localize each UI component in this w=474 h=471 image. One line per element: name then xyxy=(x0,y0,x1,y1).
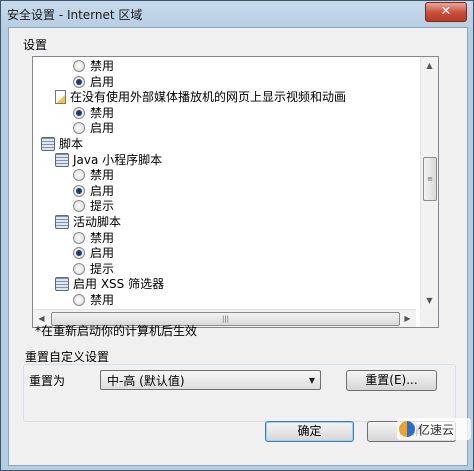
watermark-text: 亿速云 xyxy=(418,422,455,437)
tree-item-label: 启用 xyxy=(90,246,115,261)
radio-option[interactable]: 禁用 xyxy=(73,58,114,74)
yisu-logo-icon xyxy=(399,421,415,437)
radio-checked-icon[interactable] xyxy=(73,247,85,260)
reset-level-dropdown[interactable]: 中-高 (默认值) ▼ xyxy=(100,370,321,390)
tree-item-label: 禁用 xyxy=(90,59,115,73)
document-icon xyxy=(55,90,66,105)
radio-option[interactable]: 禁用 xyxy=(73,105,114,121)
restart-note: *在重新启动你的计算机后生效 xyxy=(35,324,198,338)
radio-option[interactable]: 禁用 xyxy=(73,230,114,246)
radio-unchecked-icon[interactable] xyxy=(73,200,85,213)
radio-unchecked-icon[interactable] xyxy=(73,262,85,275)
radio-checked-icon[interactable] xyxy=(73,184,85,197)
radio-option[interactable]: 提示 xyxy=(73,261,114,277)
tree-item-label: 在没有使用外部媒体播放机的网页上显示视频和动画 xyxy=(70,90,347,105)
settings-node-icon xyxy=(55,277,69,292)
scrollbar-corner xyxy=(420,309,438,327)
reset-to-label: 重置为 xyxy=(29,374,66,388)
watermark: 亿速云 xyxy=(397,418,471,440)
settings-node-icon xyxy=(55,152,69,167)
scroll-up-icon[interactable]: ▲ xyxy=(421,57,438,74)
tree-item-label: 启用 XSS 筛选器 xyxy=(73,277,165,292)
radio-option[interactable]: 启用 xyxy=(73,245,114,261)
security-settings-dialog: 安全设置 - Internet 区域 ✕ 设置 禁用 启用 在没有使用外部媒体播放机… xyxy=(0,0,474,471)
tree-item-label: 启用 xyxy=(90,183,115,198)
radio-unchecked-icon[interactable] xyxy=(73,122,85,135)
radio-checked-icon[interactable] xyxy=(73,106,85,119)
radio-option[interactable]: 禁用 xyxy=(73,292,114,308)
radio-option[interactable]: 启用 xyxy=(73,120,114,136)
settings-label: 设置 xyxy=(23,38,48,52)
tree-item-label: 提示 xyxy=(90,261,115,276)
settings-tree-list[interactable]: 禁用 启用 在没有使用外部媒体播放机的网页上显示视频和动画 禁用 启用 脚本 Java 小程… xyxy=(32,56,439,328)
radio-unchecked-icon[interactable] xyxy=(73,231,85,244)
tree-item-label: 禁用 xyxy=(90,293,115,307)
tree-item-label: 脚本 xyxy=(59,137,84,151)
tree-node[interactable]: 脚本 xyxy=(41,136,83,152)
chevron-down-icon: ▼ xyxy=(308,376,315,385)
tree-node[interactable]: 在没有使用外部媒体播放机的网页上显示视频和动画 xyxy=(55,89,346,105)
window-title: 安全设置 - Internet 区域 xyxy=(7,8,143,22)
settings-node-icon xyxy=(41,137,55,151)
radio-unchecked-icon[interactable] xyxy=(73,294,85,306)
vertical-scrollbar[interactable]: ▲ ≡ ▼ xyxy=(420,57,438,309)
radio-unchecked-icon[interactable] xyxy=(73,60,85,72)
radio-checked-icon[interactable] xyxy=(73,75,85,88)
tree-item-label: 启用 xyxy=(90,121,115,136)
radio-option[interactable]: 提示 xyxy=(73,198,114,214)
tree-item-label: 活动脚本 xyxy=(73,215,122,229)
reset-group-title: 重置自定义设置 xyxy=(25,350,110,364)
ok-button[interactable]: 确定 xyxy=(265,421,354,442)
tree-item-label: 禁用 xyxy=(90,168,115,183)
tree-item-label: Java 小程序脚本 xyxy=(73,152,163,167)
radio-option[interactable]: 启用 xyxy=(73,74,114,90)
scroll-right-icon[interactable]: ▶ xyxy=(399,310,416,327)
reset-level-value: 中-高 (默认值) xyxy=(107,374,185,388)
radio-option[interactable]: 启用 xyxy=(73,183,114,199)
reset-button[interactable]: 重置(E)... xyxy=(346,370,437,391)
settings-tree-content: 禁用 启用 在没有使用外部媒体播放机的网页上显示视频和动画 禁用 启用 脚本 Java 小程… xyxy=(33,57,416,309)
vertical-scroll-thumb[interactable]: ≡ xyxy=(423,157,437,201)
tree-item-label: 禁用 xyxy=(90,105,115,120)
close-button[interactable]: ✕ xyxy=(425,2,467,22)
scroll-down-icon[interactable]: ▼ xyxy=(421,292,438,309)
settings-node-icon xyxy=(55,215,69,229)
radio-unchecked-icon[interactable] xyxy=(73,169,85,182)
tree-node[interactable]: 启用 XSS 筛选器 xyxy=(55,276,164,292)
tree-item-label: 禁用 xyxy=(90,230,115,245)
tree-node[interactable]: 活动脚本 xyxy=(55,214,121,230)
radio-option[interactable]: 禁用 xyxy=(73,167,114,183)
tree-node[interactable]: Java 小程序脚本 xyxy=(55,152,162,168)
dialog-client-area: 设置 禁用 启用 在没有使用外部媒体播放机的网页上显示视频和动画 禁用 启用 脚本 Java… xyxy=(8,27,468,466)
tree-item-label: 启用 xyxy=(90,74,115,89)
title-bar[interactable]: 安全设置 - Internet 区域 ✕ xyxy=(1,1,473,27)
tree-item-label: 提示 xyxy=(90,199,115,214)
